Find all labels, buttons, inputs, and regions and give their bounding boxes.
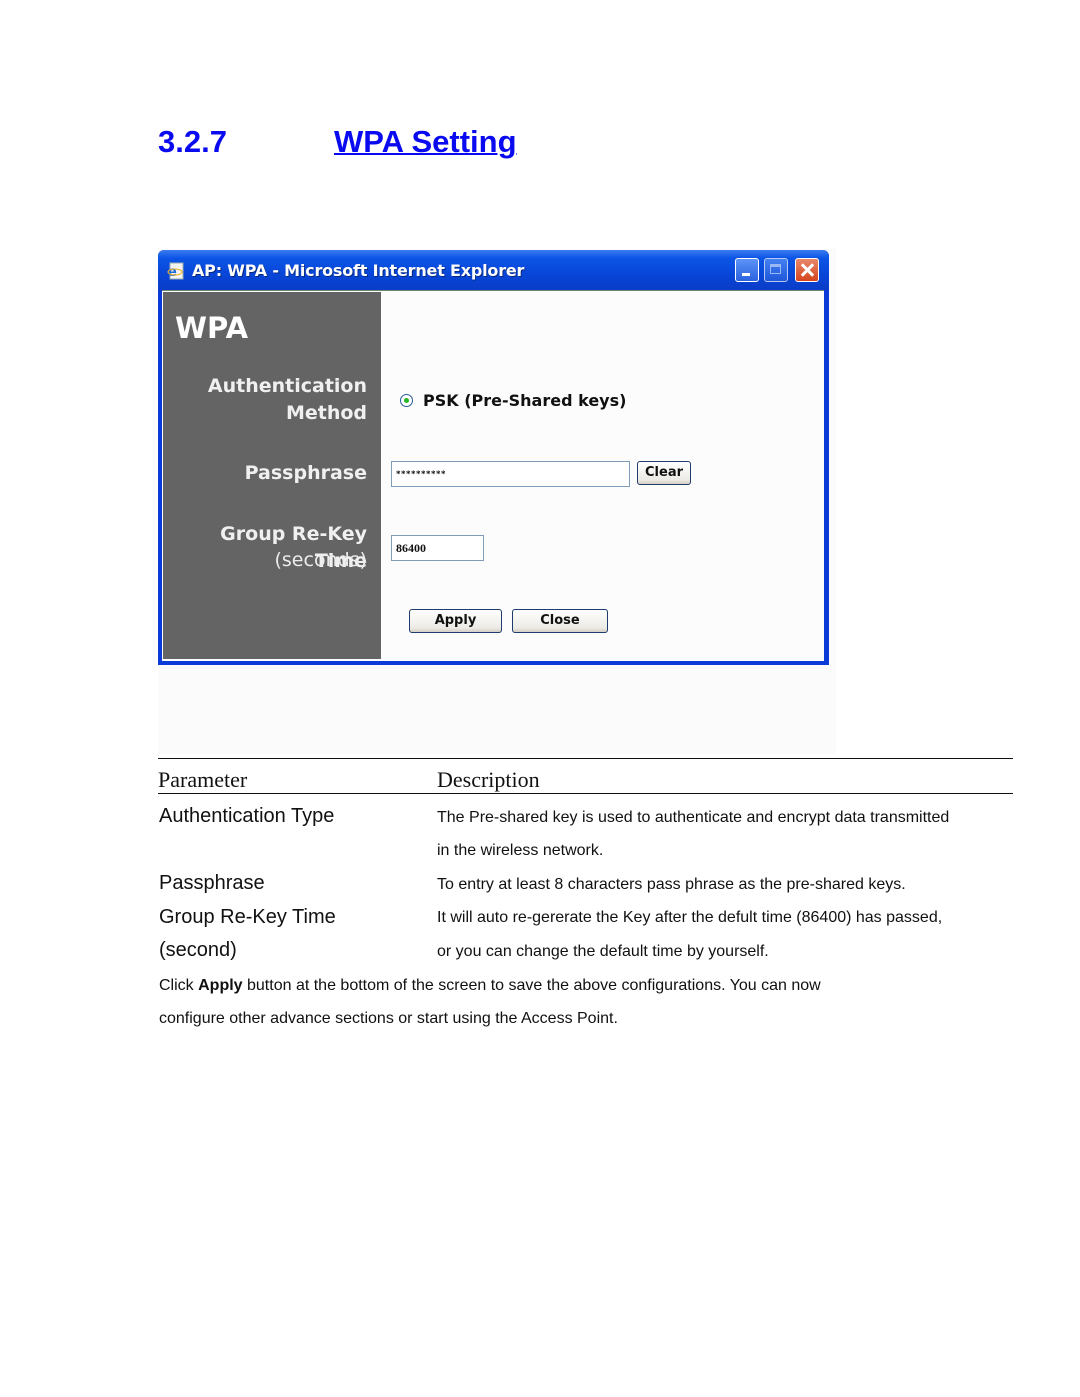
param-name: Passphrase xyxy=(159,872,265,894)
section-heading: 3.2.7 WPA Setting xyxy=(158,124,517,160)
param-name: Group Re-Key Time xyxy=(159,906,336,928)
title-bar[interactable]: e AP: WPA - Microsoft Internet Explorer xyxy=(158,250,829,290)
table-header-rule xyxy=(158,793,1013,794)
passphrase-input[interactable]: ********** xyxy=(391,461,630,487)
passphrase-label: Passphrase xyxy=(244,462,367,484)
param-desc-line: The Pre-shared key is used to authentica… xyxy=(437,809,950,826)
header-parameter: Parameter xyxy=(158,767,248,792)
ie-window: e AP: WPA - Microsoft Internet Explorer … xyxy=(158,250,829,665)
footer-prefix: Click xyxy=(159,977,199,994)
rekey-unit-label: (seconds) xyxy=(274,549,368,571)
browser-content: WPA Authentication Method Passphrase Gro… xyxy=(162,290,824,661)
close-button[interactable]: Close xyxy=(512,609,608,633)
footer-rest: button at the bottom of the screen to sa… xyxy=(242,977,821,994)
auth-method-label: Authentication Method xyxy=(208,373,367,427)
window-title: AP: WPA - Microsoft Internet Explorer xyxy=(192,261,525,280)
clear-button[interactable]: Clear xyxy=(637,461,691,485)
psk-radio[interactable] xyxy=(400,394,413,407)
minimize-button[interactable] xyxy=(735,258,759,282)
param-desc-line: To entry at least 8 characters pass phra… xyxy=(437,876,906,893)
section-number: 3.2.7 xyxy=(158,124,227,159)
close-window-button[interactable] xyxy=(795,258,819,282)
apply-button[interactable]: Apply xyxy=(409,609,502,633)
param-desc-line: in the wireless network. xyxy=(437,842,604,859)
param-desc-line: or you can change the default time by yo… xyxy=(437,943,769,960)
settings-sidebar: WPA Authentication Method Passphrase Gro… xyxy=(163,292,381,659)
param-name-cont: (second) xyxy=(159,939,237,961)
auth-method-label-line1: Authentication xyxy=(207,375,367,397)
footer-line-1: Click Apply button at the bottom of the … xyxy=(159,977,821,995)
table-top-rule xyxy=(158,758,1013,759)
rekey-time-input[interactable]: 86400 xyxy=(391,535,484,561)
ie-page-icon: e xyxy=(167,262,184,280)
param-desc-line: It will auto re-gererate the Key after t… xyxy=(437,909,943,926)
footer-apply-emphasis: Apply xyxy=(198,977,243,994)
header-description: Description xyxy=(437,767,540,792)
footer-line-2: configure other advance sections or star… xyxy=(159,1010,618,1027)
param-name: Authentication Type xyxy=(159,805,335,827)
sidebar-title: WPA xyxy=(175,311,249,345)
maximize-button[interactable] xyxy=(764,258,788,282)
psk-radio-label[interactable]: PSK (Pre-Shared keys) xyxy=(423,391,626,410)
section-title: WPA Setting xyxy=(334,124,517,159)
svg-text:e: e xyxy=(168,265,177,280)
auth-method-label-line2: Method xyxy=(285,402,367,424)
